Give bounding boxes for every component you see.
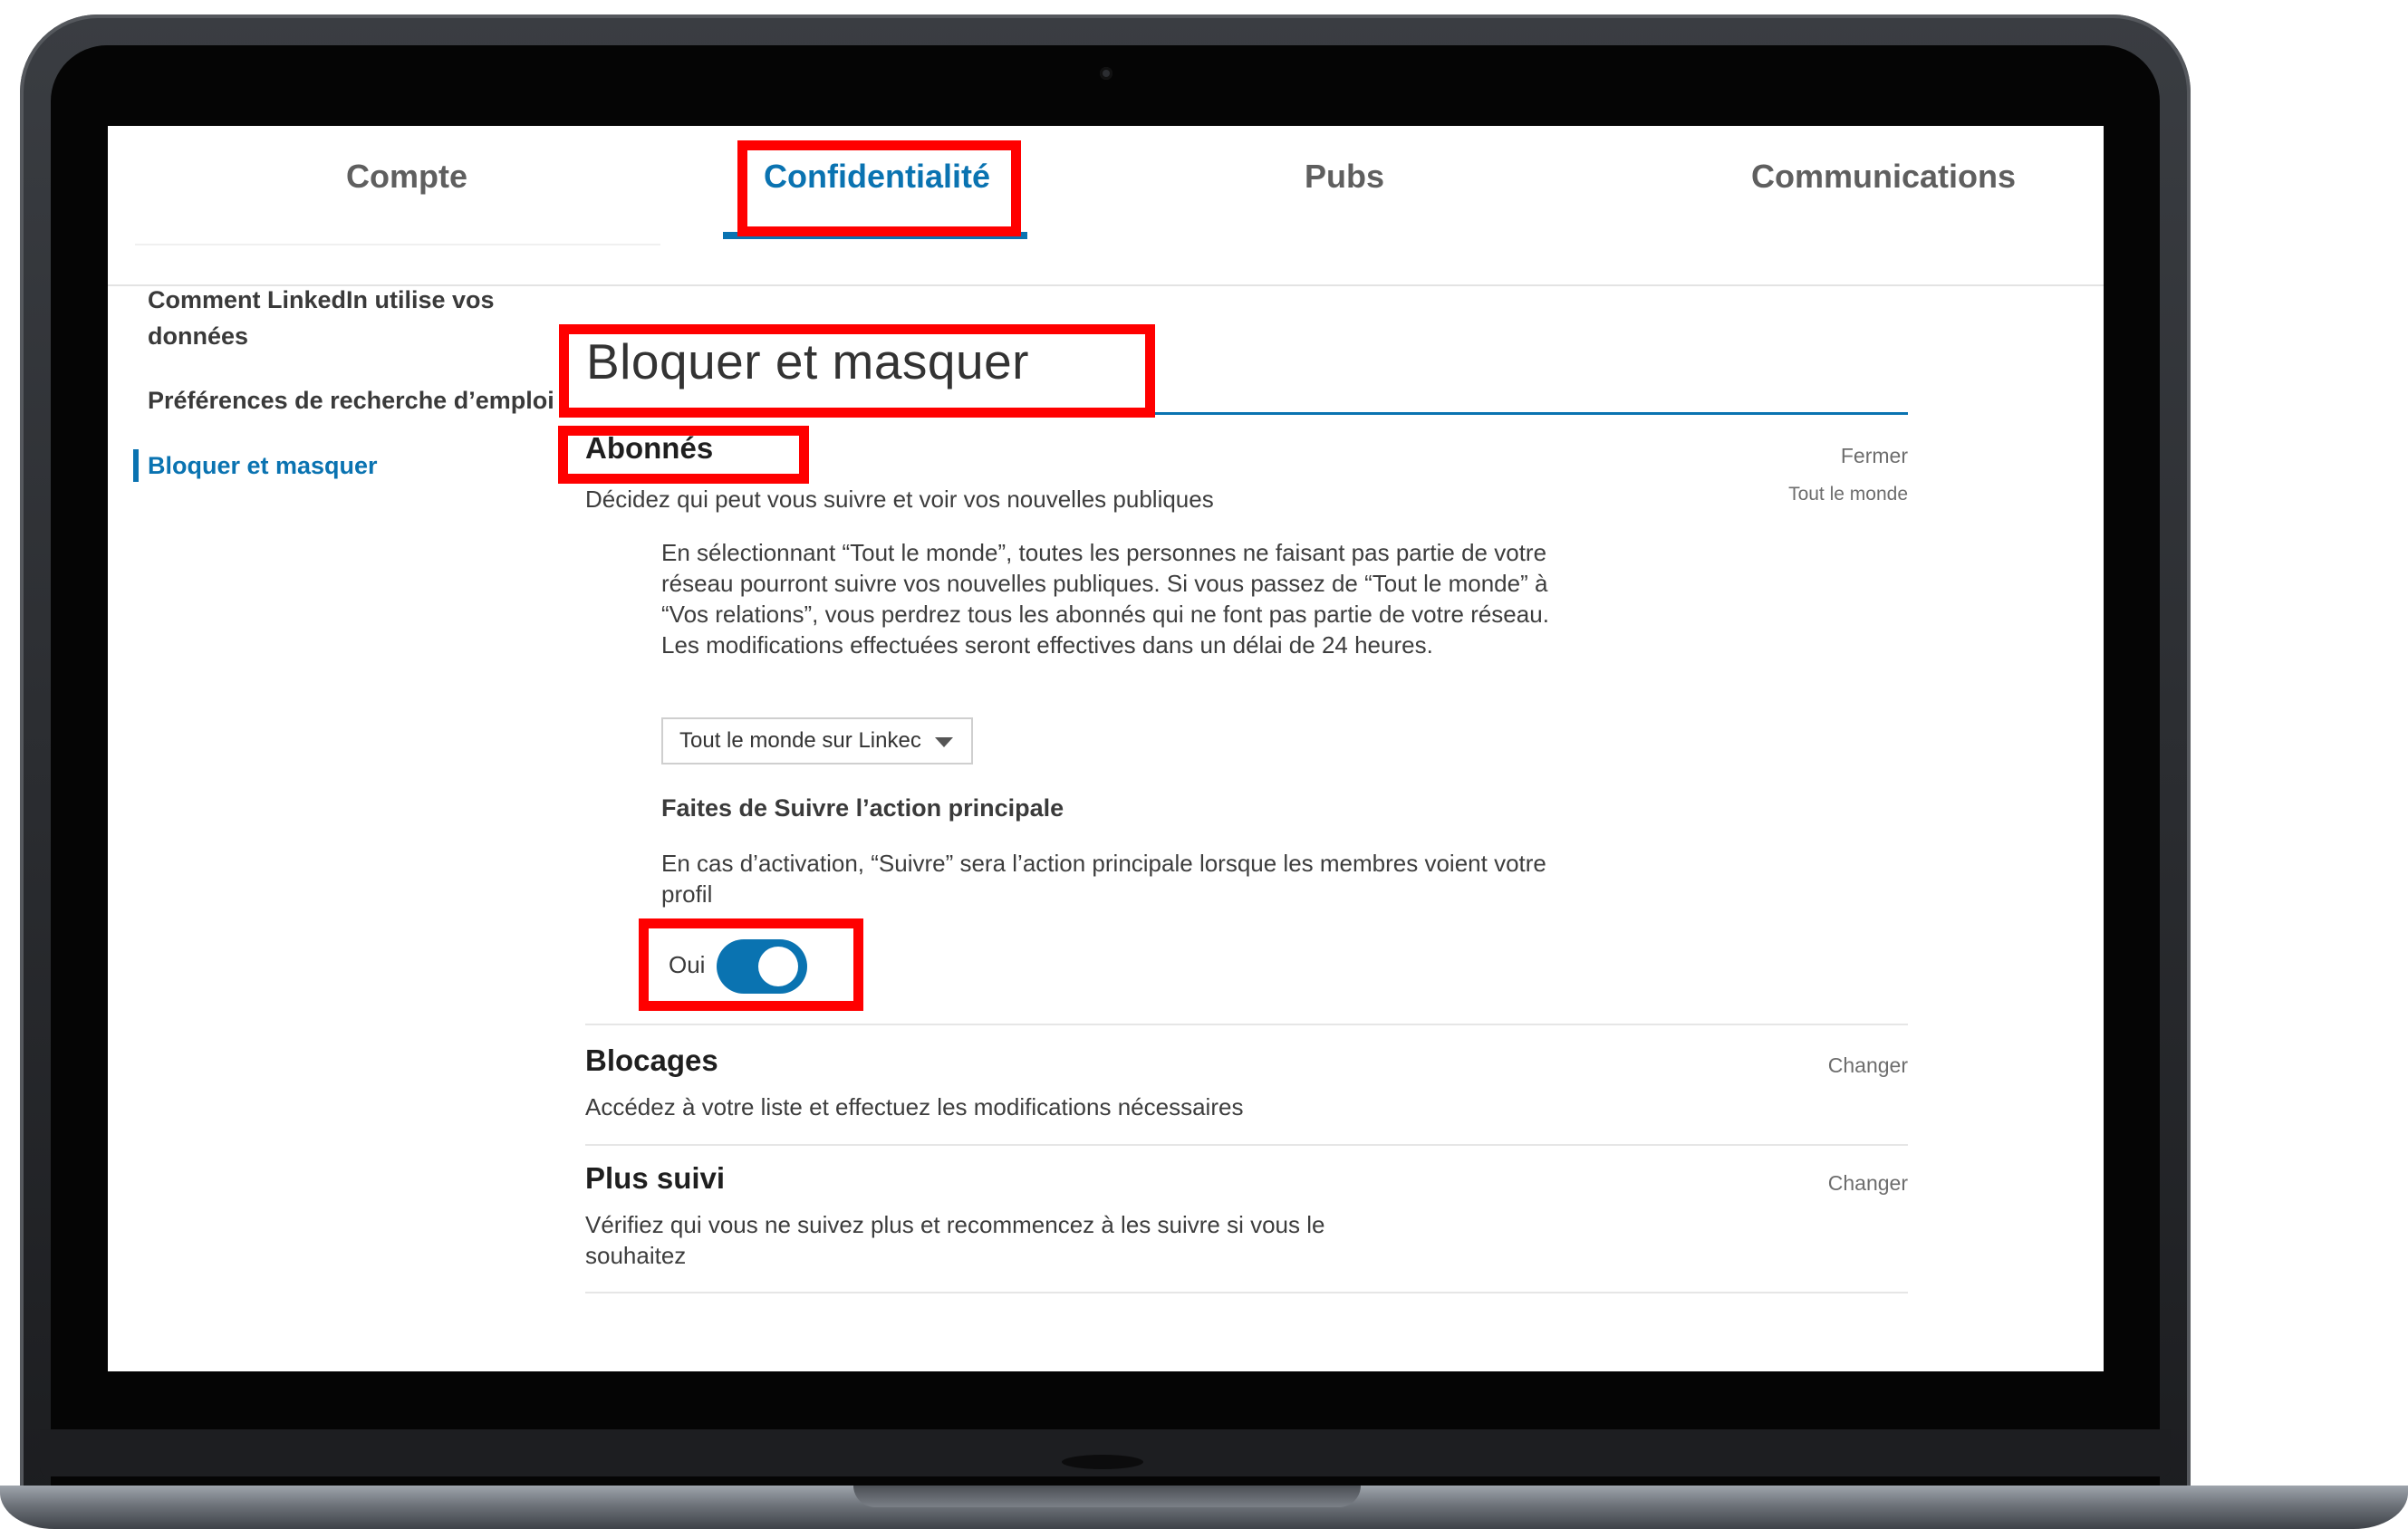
unfollowed-description: Vérifiez qui vous ne suivez plus et reco… — [585, 1211, 1325, 1269]
sidebar-item-label: données — [148, 322, 249, 350]
settings-screen: Compte Confidentialité Pubs Communicatio… — [108, 126, 2104, 1371]
blocking-description: Accédez à votre liste et effectuez les m… — [585, 1093, 1244, 1120]
section-divider — [585, 1144, 1908, 1146]
sidebar-item-block-hide[interactable]: Bloquer et masquer — [148, 447, 378, 484]
unfollowed-change-link[interactable]: Changer — [1828, 1171, 1908, 1196]
follow-primary-toggle[interactable] — [717, 939, 807, 994]
blocking-change-link[interactable]: Changer — [1828, 1053, 1908, 1078]
section-divider — [585, 1024, 1908, 1025]
sidebar-item-data-usage[interactable]: Comment LinkedIn utilise vos données — [148, 282, 495, 354]
toggle-knob — [758, 947, 798, 986]
toggle-label: Oui — [669, 951, 706, 978]
title-underline — [1151, 412, 1908, 415]
followers-current-value: Tout le monde — [1788, 484, 1908, 505]
tab-divider — [135, 244, 660, 245]
laptop-chin — [40, 1429, 2171, 1476]
page-title: Bloquer et masquer — [586, 333, 1029, 389]
section-divider — [585, 1292, 1908, 1293]
tab-pubs[interactable]: Pubs — [1286, 158, 1403, 196]
followers-info-text: En sélectionnant “Tout le monde”, toutes… — [661, 539, 1549, 659]
settings-tabs: Compte Confidentialité Pubs Communicatio… — [108, 126, 2104, 286]
followers-audience-select[interactable]: Tout le monde sur Linkec — [661, 717, 973, 764]
tab-compte[interactable]: Compte — [321, 158, 493, 196]
tab-confidentialite[interactable]: Confidentialité — [741, 158, 1013, 196]
laptop-base-notch — [853, 1486, 1361, 1507]
blocking-title: Blocages — [585, 1043, 718, 1077]
follow-primary-heading: Faites de Suivre l’action principale — [661, 794, 1064, 822]
unfollowed-title: Plus suivi — [585, 1161, 726, 1195]
followers-title: Abonnés — [585, 431, 714, 465]
close-link[interactable]: Fermer — [1841, 444, 1908, 468]
sidebar-item-label: Comment LinkedIn utilise vos — [148, 286, 495, 313]
chevron-down-icon — [935, 737, 953, 747]
tab-communications[interactable]: Communications — [1720, 158, 2047, 196]
sidebar-item-job-search-prefs[interactable]: Préférences de recherche d’emploi — [148, 382, 554, 418]
sidebar-active-indicator — [133, 449, 139, 482]
webcam-icon — [1100, 67, 1112, 80]
active-tab-indicator — [723, 232, 1027, 239]
followers-description: Décidez qui peut vous suivre et voir vos… — [585, 486, 1214, 513]
follow-primary-text: En cas d’activation, “Suivre” sera l’act… — [661, 850, 1546, 908]
select-value: Tout le monde sur Linkec — [679, 728, 921, 753]
laptop-hinge — [1062, 1455, 1143, 1469]
